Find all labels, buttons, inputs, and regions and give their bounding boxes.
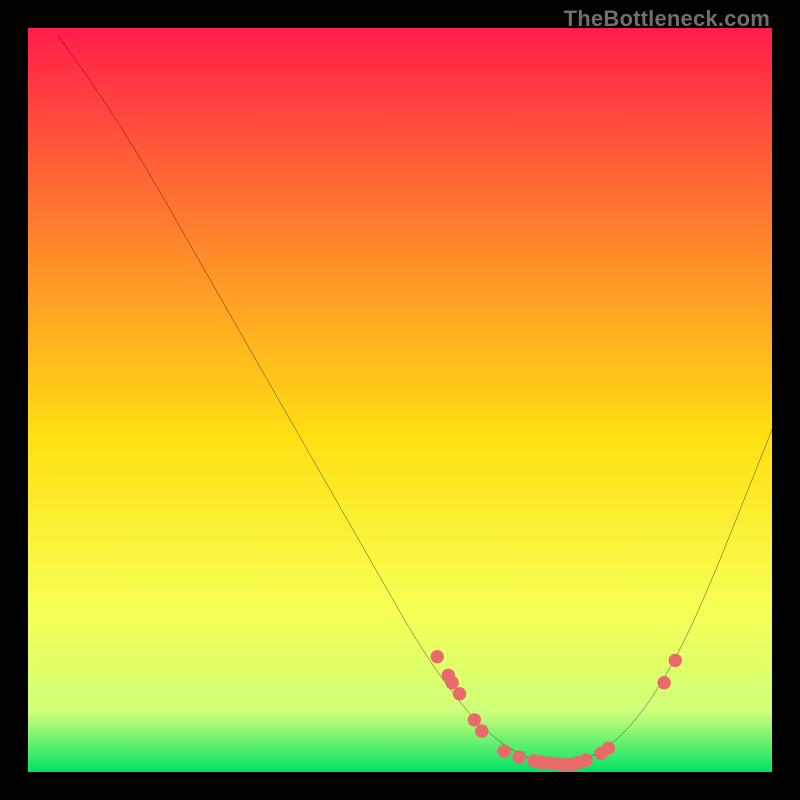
chart-stage: TheBottleneck.com — [0, 0, 800, 800]
marker-dot — [475, 724, 488, 737]
plot-area — [28, 28, 772, 772]
marker-dot — [669, 654, 682, 667]
marker-dot — [579, 753, 592, 766]
marker-dot — [657, 676, 670, 689]
marker-dot — [468, 713, 481, 726]
marker-dot — [453, 687, 466, 700]
chart-svg — [28, 28, 772, 772]
gradient-background — [28, 28, 772, 772]
marker-dot — [445, 676, 458, 689]
marker-dot — [512, 750, 525, 763]
marker-dot — [602, 741, 615, 754]
marker-dot — [431, 650, 444, 663]
marker-dot — [497, 744, 510, 757]
